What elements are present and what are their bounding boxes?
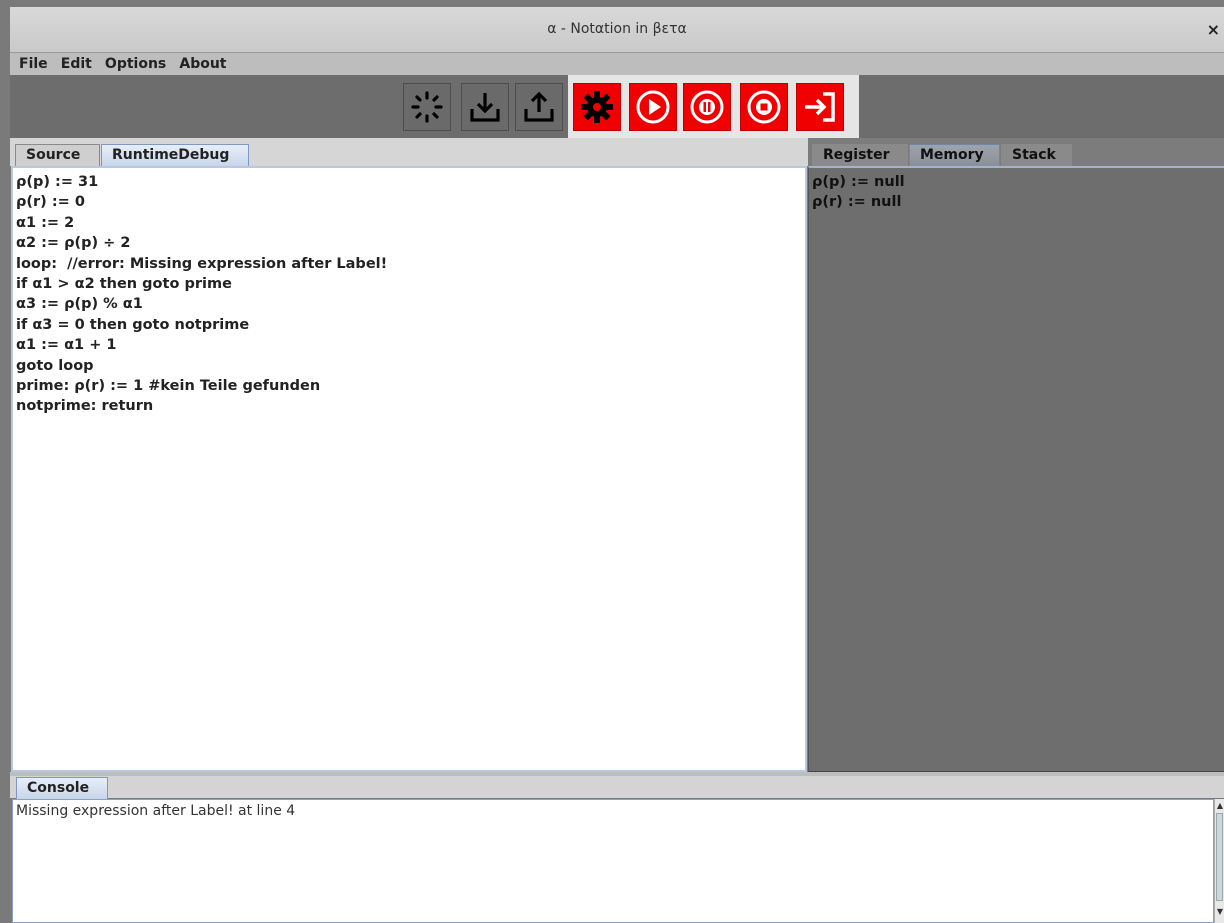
run-button[interactable] (629, 83, 677, 131)
code-line: α1 := α1 + 1 (16, 337, 117, 354)
code-line: goto loop (16, 357, 94, 374)
settings-button[interactable] (573, 83, 621, 131)
title-bar: α - Notαtion in βετα × (10, 7, 1224, 53)
toolbar (10, 75, 1224, 138)
stop-button[interactable] (740, 83, 788, 131)
code-line: ρ(r) := 0 (16, 194, 85, 211)
code-line: if α3 = 0 then goto notprime (16, 316, 250, 333)
reload-button[interactable] (403, 83, 451, 131)
loading-spinner-icon (411, 91, 443, 123)
scroll-up-arrow-icon[interactable]: ▲ (1215, 801, 1224, 810)
menu-edit[interactable]: Edit (59, 56, 94, 72)
menu-bar: File Edit Options About (10, 53, 1224, 75)
code-line: notprime: return (16, 398, 154, 415)
menu-about[interactable]: About (177, 56, 228, 72)
import-button[interactable] (461, 83, 509, 131)
download-icon (470, 93, 500, 122)
tab-memory[interactable]: Memory (909, 144, 1000, 166)
console-scrollbar[interactable]: ▲ ▼ (1214, 799, 1224, 923)
step-into-icon (805, 92, 835, 122)
code-line: ρ(p) := 31 (16, 174, 99, 190)
memory-entry: ρ(r) := null (812, 194, 902, 210)
tab-runtime-debug[interactable]: RuntimeDebug (101, 144, 249, 166)
step-button[interactable] (796, 83, 844, 131)
console-message: Missing expression after Label! at line … (16, 803, 296, 819)
scroll-thumb[interactable] (1216, 813, 1223, 901)
tab-register[interactable]: Register (812, 144, 908, 166)
play-circle-icon (636, 90, 670, 124)
tab-console[interactable]: Console (16, 777, 108, 799)
tab-stack[interactable]: Stack (1001, 144, 1072, 166)
code-editor[interactable]: ρ(p) := 31 ρ(r) := 0 α1 := 2 α2 := ρ(p) … (11, 166, 807, 772)
window-title: α - Notαtion in βετα (547, 21, 687, 37)
pause-circle-icon (690, 90, 724, 124)
stop-circle-icon (747, 90, 781, 124)
code-line: loop: //error: Missing expression after … (16, 255, 388, 272)
console-output[interactable]: Missing expression after Label! at line … (12, 799, 1214, 923)
export-button[interactable] (515, 83, 563, 131)
code-line: if α1 > α2 then goto prime (16, 276, 232, 293)
console-tab-strip (10, 776, 1224, 798)
upload-icon (524, 91, 554, 122)
memory-panel: ρ(p) := null ρ(r) := null (808, 166, 1224, 773)
code-line: α3 := ρ(p) % α1 (16, 296, 143, 313)
tab-source[interactable]: Source (15, 144, 100, 166)
gear-icon (581, 91, 613, 123)
code-line: α1 := 2 (16, 214, 75, 231)
code-line: α2 := ρ(p) ÷ 2 (16, 235, 131, 252)
menu-options[interactable]: Options (103, 56, 168, 72)
menu-file[interactable]: File (17, 56, 50, 72)
scroll-down-arrow-icon[interactable]: ▼ (1215, 907, 1224, 916)
close-button[interactable]: × (1207, 20, 1220, 39)
pause-button[interactable] (683, 83, 731, 131)
code-line: prime: ρ(r) := 1 #kein Teile gefunden (16, 378, 321, 395)
memory-entry: ρ(p) := null (812, 174, 905, 190)
